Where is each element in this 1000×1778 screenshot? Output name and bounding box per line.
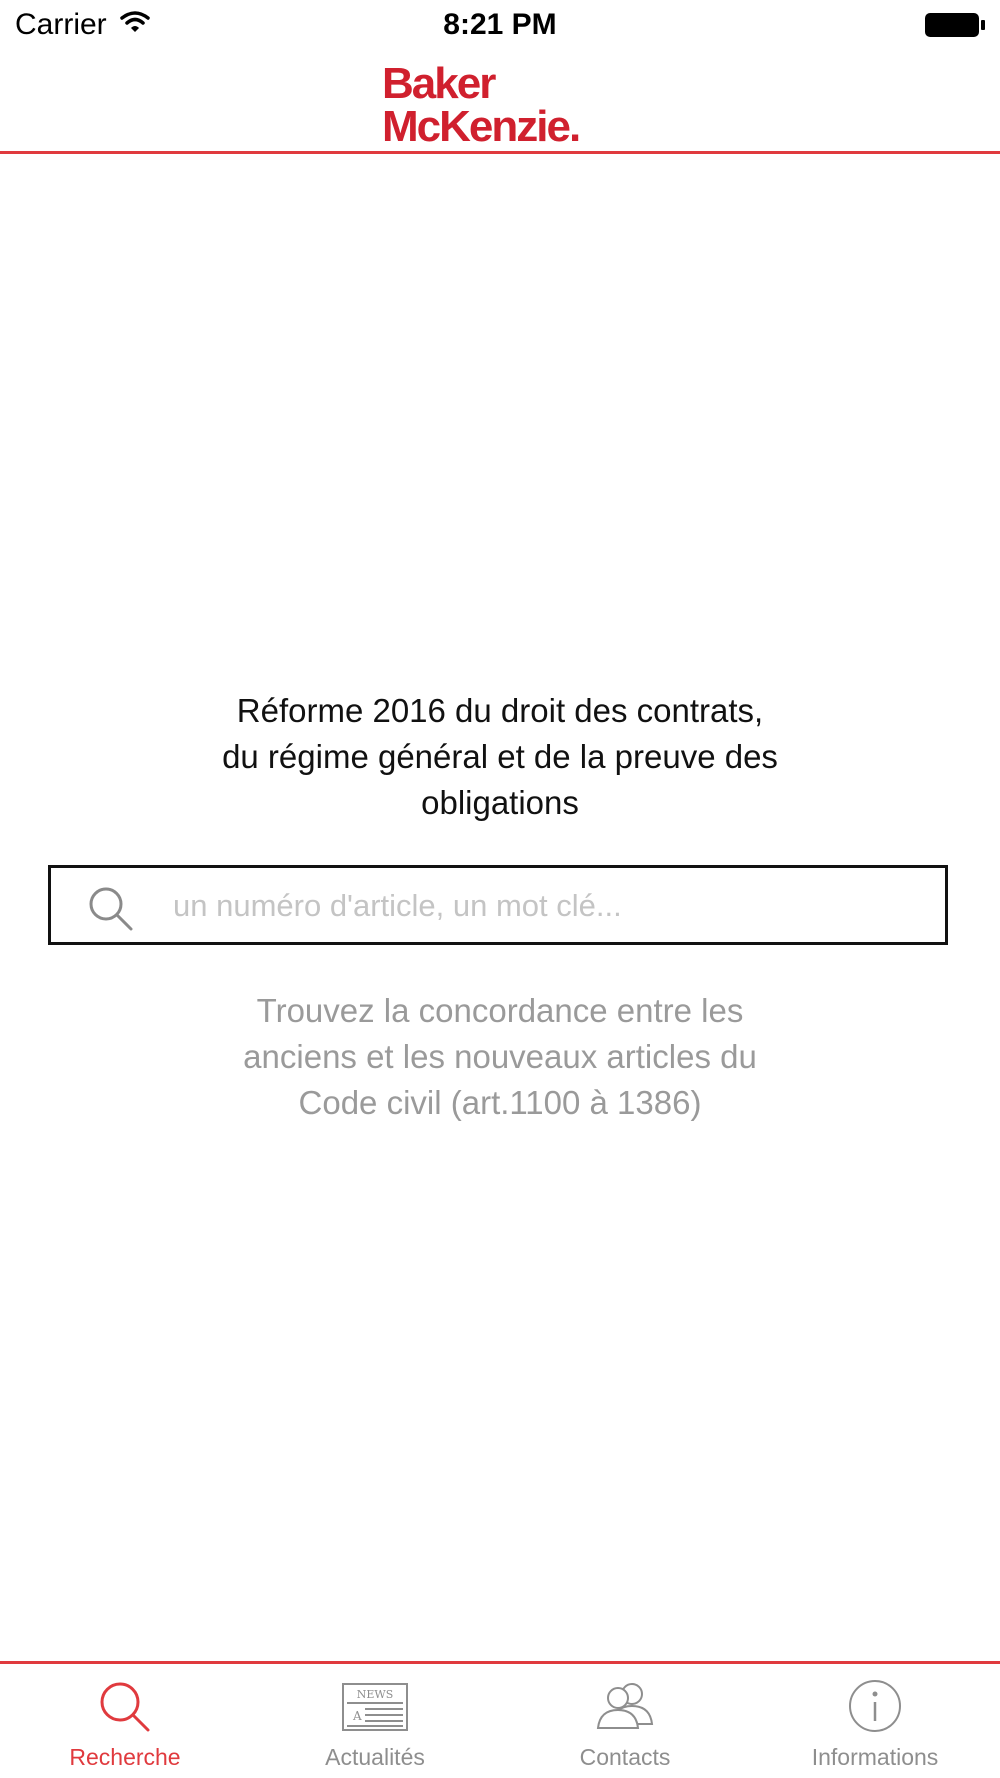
title-line: du régime général et de la preuve des <box>222 738 778 775</box>
tab-actualites[interactable]: NEWS A Actualités <box>250 1664 500 1778</box>
hint-line: anciens et les nouveaux articles du <box>243 1038 757 1075</box>
title-line: obligations <box>421 784 579 821</box>
search-icon <box>0 1676 250 1736</box>
tab-label: Recherche <box>69 1744 181 1770</box>
svg-text:Baker: Baker <box>382 59 496 108</box>
title-line: Réforme 2016 du droit des contrats, <box>236 692 764 729</box>
svg-text:A: A <box>352 1709 362 1723</box>
search-input[interactable] <box>171 868 935 944</box>
hint-line: Code civil (art.1100 à 1386) <box>298 1084 702 1121</box>
tab-label: Informations <box>811 1744 939 1770</box>
battery-icon <box>924 12 986 43</box>
tab-label: Contacts <box>579 1744 671 1770</box>
search-hint: Trouvez la concordance entre les anciens… <box>150 988 850 1126</box>
search-icon <box>86 884 136 939</box>
status-bar: Carrier 8:21 PM <box>0 0 1000 50</box>
baker-mckenzie-logo: Baker McKenzie. <box>370 58 630 151</box>
tab-recherche[interactable]: Recherche <box>0 1664 250 1778</box>
search-box[interactable] <box>48 865 948 945</box>
tab-label: Actualités <box>325 1744 425 1770</box>
tab-bar: Recherche NEWS A Actualités Contacts Inf… <box>0 1661 1000 1778</box>
hint-line: Trouvez la concordance entre les <box>256 992 744 1029</box>
svg-text:NEWS: NEWS <box>357 1688 394 1701</box>
contacts-icon <box>500 1676 750 1736</box>
tab-contacts[interactable]: Contacts <box>500 1664 750 1778</box>
svg-text:McKenzie.: McKenzie. <box>382 102 579 148</box>
page-title: Réforme 2016 du droit des contrats, du r… <box>150 688 850 826</box>
news-icon: NEWS A <box>250 1676 500 1736</box>
nav-bar: Baker McKenzie. <box>0 50 1000 154</box>
tab-informations[interactable]: Informations <box>750 1664 1000 1778</box>
status-time: 8:21 PM <box>443 8 557 41</box>
info-icon <box>750 1676 1000 1736</box>
